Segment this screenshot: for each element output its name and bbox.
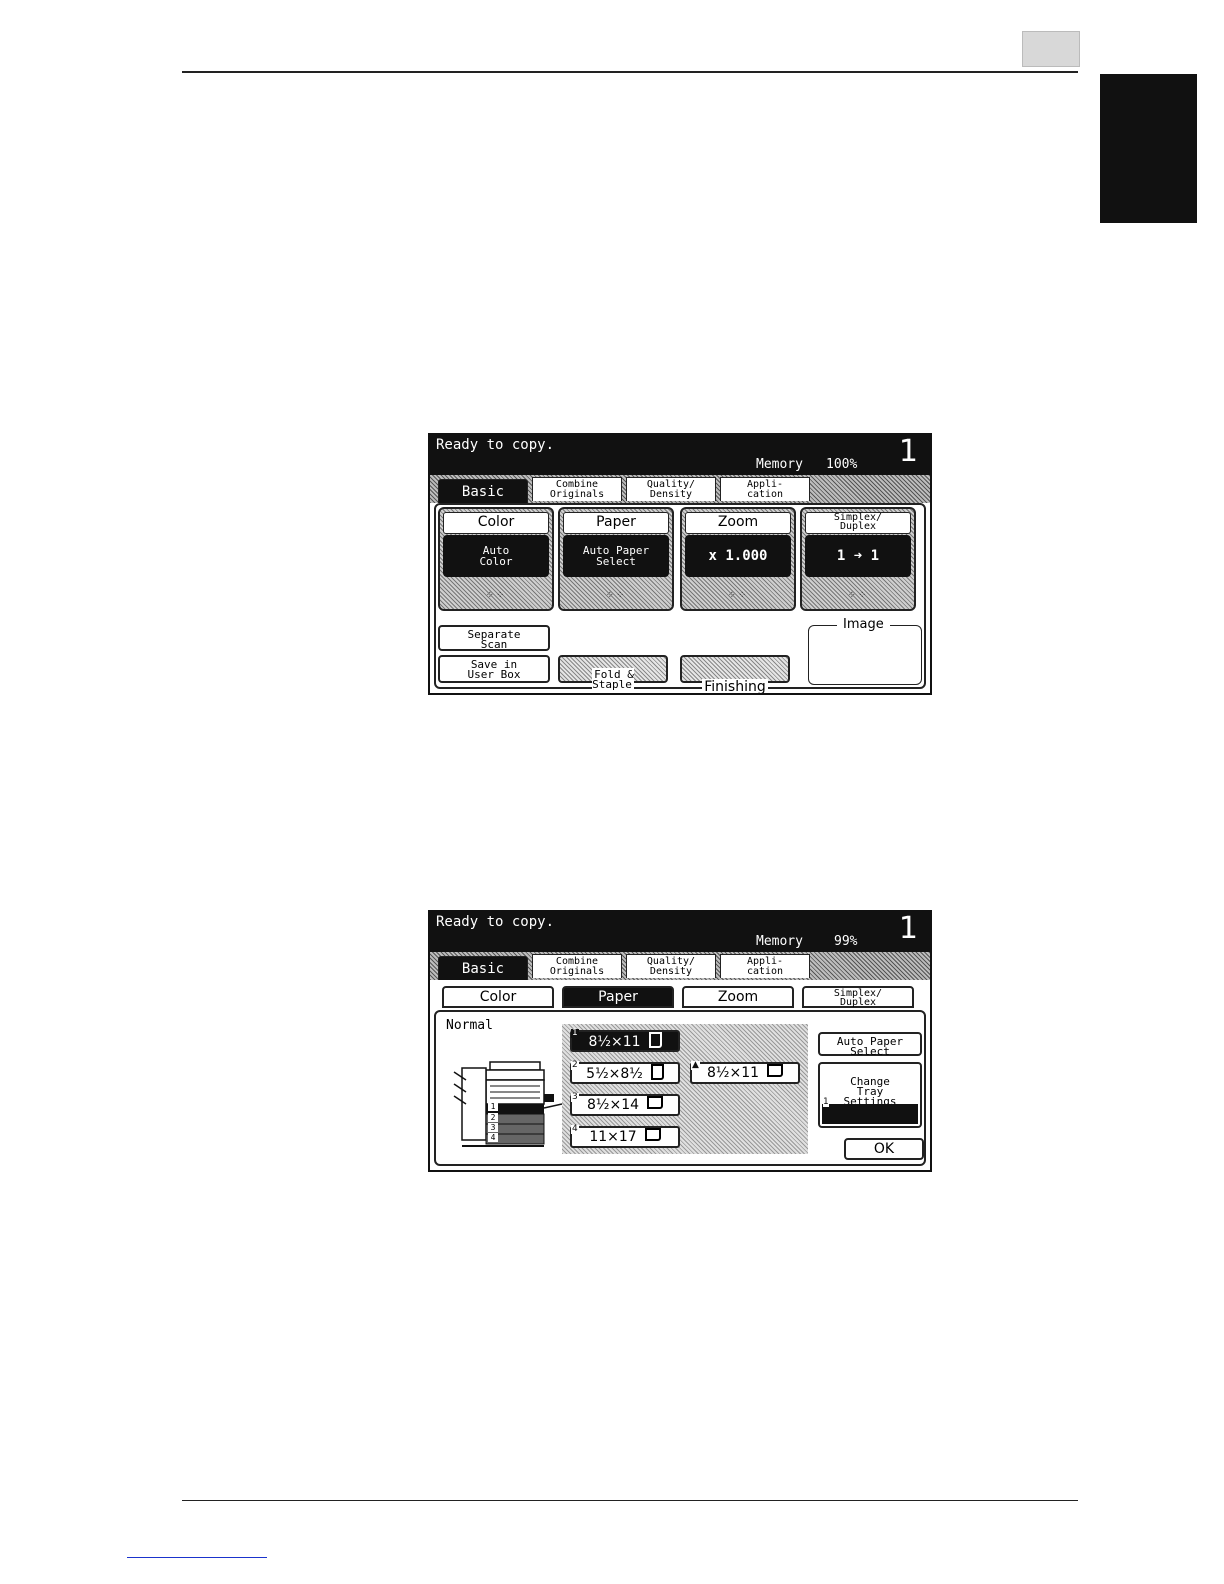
- zoom-value: x 1.000: [685, 535, 791, 577]
- simplex-duplex-label: Simplex/ Duplex: [805, 512, 911, 534]
- paper-portrait-icon: [650, 1064, 664, 1080]
- page-number-box: [1022, 31, 1080, 67]
- more-dots-icon: ⁘⁘: [485, 590, 507, 601]
- auto-paper-select-button[interactable]: Auto Paper Select: [818, 1032, 922, 1057]
- image-preview-box: Image: [808, 617, 922, 685]
- paper-value: Auto Paper Select: [563, 535, 669, 577]
- tab-application[interactable]: Appli- cation: [720, 954, 810, 978]
- tray-selection-area: 1 8½×11 2 5½×8½ 3 8½×14 4 11×17 ▲ 8½×11: [562, 1024, 808, 1154]
- finishing-label: Finishing: [702, 679, 768, 695]
- tab-quality-density[interactable]: Quality/ Density: [626, 477, 716, 501]
- zoom-function[interactable]: Zoom x 1.000 ⁘⁘: [680, 507, 796, 611]
- ok-button[interactable]: OK: [844, 1138, 924, 1160]
- header-rule: [182, 71, 1078, 73]
- fold-staple-label: Fold & Staple: [592, 668, 634, 691]
- bypass-tray-button[interactable]: ▲ 8½×11: [690, 1060, 800, 1084]
- memory-label: Memory: [756, 457, 803, 472]
- more-dots-icon: ⁘⁘: [727, 590, 749, 601]
- tray-number: 1: [571, 1028, 579, 1038]
- more-dots-icon: ⁘⁘: [605, 590, 627, 601]
- basic-content: Color Auto Color ⁘⁘ Paper Auto Paper Sel…: [434, 503, 926, 693]
- subtab-paper[interactable]: Paper: [562, 986, 674, 1008]
- tray-1-button[interactable]: 1 8½×11: [570, 1028, 680, 1052]
- tab-strip: Basic Combine Originals Quality/ Density…: [430, 475, 930, 503]
- paper-portrait-icon: [648, 1032, 662, 1048]
- fold-staple-button[interactable]: Fold & Staple: [558, 655, 668, 691]
- tray-size: 8½×14: [586, 1097, 640, 1113]
- normal-label: Normal: [446, 1018, 493, 1033]
- tray-size: 8½×11: [588, 1034, 641, 1050]
- current-tray-display: 1 8½×11: [822, 1098, 918, 1162]
- paper-label: Paper: [563, 512, 669, 534]
- machine-tray-label-1: 1: [488, 1102, 498, 1111]
- tray-size: 5½×8½: [586, 1066, 643, 1082]
- bypass-tray-icon: ▲: [691, 1060, 700, 1070]
- machine-tray-label-3: 3: [488, 1123, 498, 1132]
- tray-size: 11×17: [589, 1129, 637, 1145]
- paper-landscape-icon: [647, 1096, 664, 1109]
- color-function[interactable]: Color Auto Color ⁘⁘: [438, 507, 554, 611]
- tab-strip: Basic Combine Originals Quality/ Density…: [430, 952, 930, 980]
- change-tray-settings-button[interactable]: Change Tray Settings 1 8½×11: [818, 1062, 922, 1162]
- machine-tray-label-4: 4: [488, 1133, 498, 1142]
- tray-number: 4: [571, 1124, 579, 1134]
- simplex-duplex-function[interactable]: Simplex/ Duplex 1 ➜ 1 ⁘⁘: [800, 507, 916, 611]
- machine-tray-label-2: 2: [488, 1113, 498, 1122]
- more-dots-icon: ⁘⁘: [847, 590, 869, 601]
- memory-value: 100%: [826, 457, 858, 472]
- tray-number: 3: [571, 1092, 579, 1102]
- copy-basic-screen: Ready to copy. Memory 100% 1 Basic Combi…: [428, 433, 932, 695]
- memory-value: 99%: [834, 934, 858, 949]
- tab-combine-originals[interactable]: Combine Originals: [532, 477, 622, 501]
- paper-landscape-icon: [644, 1128, 661, 1141]
- subtab-simplex-duplex[interactable]: Simplex/ Duplex: [802, 986, 914, 1008]
- simplex-duplex-value: 1 ➜ 1: [805, 535, 911, 577]
- copy-count: 1: [898, 911, 918, 946]
- tab-quality-density[interactable]: Quality/ Density: [626, 954, 716, 978]
- tab-basic[interactable]: Basic: [438, 956, 528, 980]
- paper-select-screen: Ready to copy. Memory 99% 1 Basic Combin…: [428, 910, 932, 1172]
- tray-size: 8½×11: [706, 1065, 760, 1081]
- subtab-color[interactable]: Color: [442, 986, 554, 1008]
- separate-scan-button[interactable]: Separate Scan: [438, 625, 550, 651]
- tab-application[interactable]: Appli- cation: [720, 477, 810, 501]
- save-in-user-box-button[interactable]: Save in User Box: [438, 655, 550, 683]
- status-message: Ready to copy.: [436, 437, 555, 453]
- finishing-button[interactable]: Finishing: [680, 655, 790, 693]
- color-value: Auto Color: [443, 535, 549, 577]
- tab-basic[interactable]: Basic: [438, 479, 528, 503]
- paper-function[interactable]: Paper Auto Paper Select ⁘⁘: [558, 507, 674, 611]
- tray-4-button[interactable]: 4 11×17: [570, 1124, 680, 1148]
- tray-number: 2: [571, 1060, 579, 1070]
- footer-rule: [182, 1500, 1078, 1501]
- tray-3-button[interactable]: 3 8½×14: [570, 1092, 680, 1116]
- copier-machine-icon: [453, 1061, 563, 1147]
- color-label: Color: [443, 512, 549, 534]
- tray-2-button[interactable]: 2 5½×8½: [570, 1060, 680, 1084]
- footer-link-underline[interactable]: [127, 1557, 267, 1558]
- paper-landscape-icon: [767, 1064, 784, 1077]
- chapter-side-tab: [1100, 74, 1197, 223]
- tab-combine-originals[interactable]: Combine Originals: [532, 954, 622, 978]
- subtab-zoom[interactable]: Zoom: [682, 986, 794, 1008]
- copy-count: 1: [898, 434, 918, 469]
- paper-content: Normal 1 2 3 4 1 8½×11 2 5½×8½ 3 8½×14 4…: [434, 1010, 926, 1166]
- memory-label: Memory: [756, 934, 803, 949]
- zoom-label: Zoom: [685, 512, 791, 534]
- image-title: Image: [837, 617, 890, 632]
- status-message: Ready to copy.: [436, 914, 555, 930]
- status-bar: Ready to copy. Memory 100% 1: [430, 435, 930, 475]
- current-tray-number: 1: [823, 1097, 829, 1107]
- status-bar: Ready to copy. Memory 99% 1: [430, 912, 930, 952]
